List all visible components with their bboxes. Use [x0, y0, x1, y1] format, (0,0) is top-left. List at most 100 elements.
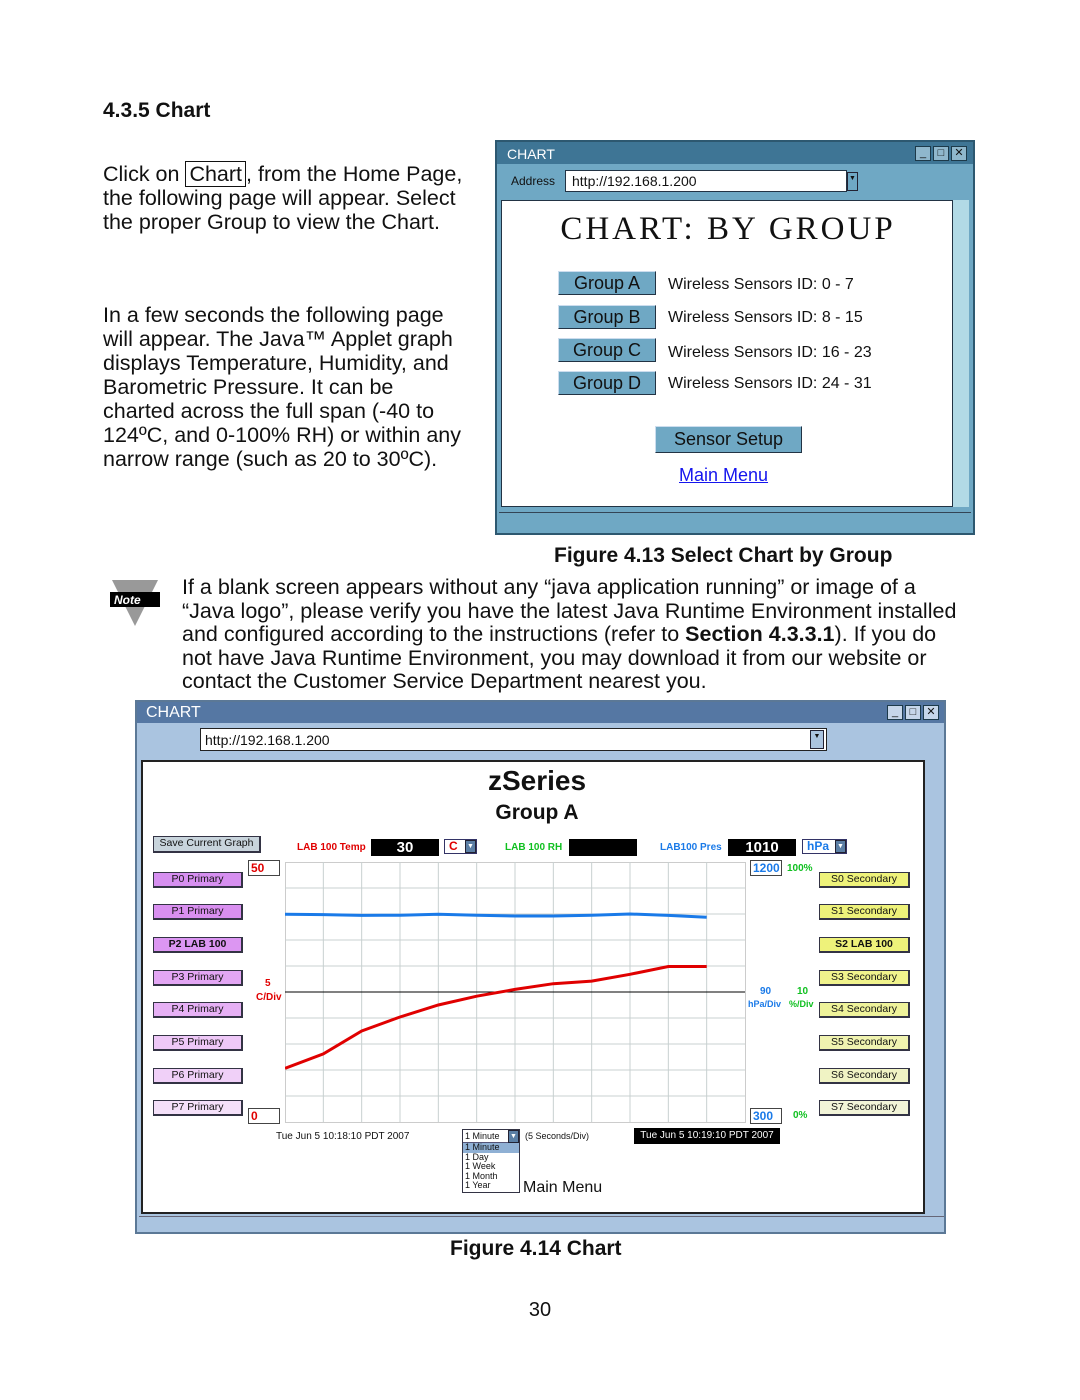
rh-value	[569, 839, 637, 856]
pres-value: 1010	[728, 839, 796, 856]
description-text: In a few seconds the following page will…	[103, 303, 462, 471]
rh-max: 100%	[787, 863, 813, 874]
note-line: not have Java Runtime Environment, you m…	[182, 645, 927, 670]
temp-min-input[interactable]: 0	[248, 1108, 280, 1124]
status-bar	[499, 512, 971, 532]
scrollbar[interactable]	[925, 760, 942, 1214]
temp-value: 30	[371, 839, 439, 856]
group-c-label: Wireless Sensors ID: 16 - 23	[668, 344, 872, 361]
note-text: If a blank screen appears without any “j…	[182, 575, 1002, 694]
note-line: contact the Customer Service Department …	[182, 669, 707, 693]
primary-button-1[interactable]: P1 Primary	[153, 904, 243, 920]
pres-min-input[interactable]: 300	[750, 1108, 782, 1124]
address-input[interactable]: http://192.168.1.200	[565, 170, 847, 192]
start-time: Tue Jun 5 10:18:10 PDT 2007	[276, 1131, 410, 1142]
figure-caption-4-14: Figure 4.14 Chart	[450, 1237, 622, 1260]
window-title: CHART	[507, 146, 555, 162]
primary-button-5[interactable]: P5 Primary	[153, 1035, 243, 1051]
primary-button-3[interactable]: P3 Primary	[153, 970, 243, 986]
sensor-setup-button[interactable]: Sensor Setup	[655, 426, 802, 453]
group-b-button[interactable]: Group B	[558, 305, 656, 329]
secondary-button-6[interactable]: S6 Secondary	[819, 1068, 910, 1084]
intro-post: , from the Home Page,	[246, 162, 463, 186]
chevron-down-icon[interactable]: ▼	[465, 840, 476, 853]
pres-div-unit: hPa/Div	[748, 999, 782, 1009]
secondary-button-1[interactable]: S1 Secondary	[819, 904, 910, 920]
span-note: (5 Seconds/Div)	[525, 1131, 590, 1141]
minimize-icon[interactable]: _	[887, 705, 903, 720]
main-menu-link[interactable]: Main Menu	[679, 465, 768, 486]
group-a-label: Wireless Sensors ID: 0 - 7	[668, 276, 854, 293]
note-line: and configured according to the instruct…	[182, 622, 1002, 647]
page-number: 30	[528, 1299, 552, 1321]
maximize-icon[interactable]: □	[933, 146, 949, 161]
secondary-button-5[interactable]: S5 Secondary	[819, 1035, 910, 1051]
primary-button-6[interactable]: P6 Primary	[153, 1068, 243, 1084]
end-time: Tue Jun 5 10:19:10 PDT 2007	[634, 1128, 780, 1144]
group-d-button[interactable]: Group D	[558, 371, 656, 395]
rh-label: LAB 100 RH	[505, 842, 563, 853]
secondary-button-7[interactable]: S7 Secondary	[819, 1100, 910, 1116]
pres-label: LAB100 Pres	[660, 842, 722, 853]
page-heading: CHART: BY GROUP	[560, 211, 896, 247]
note-text-part: and configured according to the instruct…	[182, 622, 686, 646]
secondary-button-3[interactable]: S3 Secondary	[819, 970, 910, 986]
rh-div-unit: %/Div	[789, 999, 814, 1009]
group-b-label: Wireless Sensors ID: 8 - 15	[668, 309, 863, 326]
group-d-label: Wireless Sensors ID: 24 - 31	[668, 375, 872, 392]
temp-label: LAB 100 Temp	[297, 842, 366, 853]
group-c-button[interactable]: Group C	[558, 338, 656, 362]
close-icon[interactable]: ✕	[923, 705, 939, 720]
group-heading: Group A	[495, 801, 579, 824]
primary-button-7[interactable]: P7 Primary	[153, 1100, 243, 1116]
address-dropdown-icon[interactable]: ▼	[847, 172, 858, 191]
note-text-part: ). If you do	[834, 622, 937, 646]
chevron-down-icon[interactable]: ▼	[508, 1130, 519, 1143]
temp-max-input[interactable]: 50	[248, 860, 280, 876]
main-menu-link[interactable]: Main Menu	[523, 1179, 602, 1197]
page-heading: zSeries	[487, 765, 587, 796]
temp-div-value: 5	[265, 978, 271, 989]
chevron-down-icon[interactable]: ▼	[835, 840, 846, 853]
rh-min: 0%	[793, 1110, 808, 1121]
time-span-option[interactable]: 1 Year	[463, 1181, 519, 1191]
note-icon: Note	[110, 580, 162, 628]
primary-button-0[interactable]: P0 Primary	[153, 872, 243, 888]
intro-rest: the following page will appear. Select t…	[103, 186, 456, 234]
temp-div-unit: C/Div	[256, 992, 282, 1003]
pres-div-value: 90	[760, 986, 772, 997]
section-reference: Section 4.3.3.1	[685, 622, 835, 646]
scrollbar[interactable]	[953, 200, 969, 507]
secondary-button-2[interactable]: S2 LAB 100	[819, 937, 910, 953]
section-heading: 4.3.5 Chart	[103, 99, 211, 122]
chart-plot	[285, 862, 746, 1123]
address-label: Address	[511, 174, 556, 188]
primary-button-2[interactable]: P2 LAB 100	[153, 937, 243, 953]
chart-group-window: CHART _ □ ✕ Address http://192.168.1.200…	[495, 140, 975, 535]
pres-max-input[interactable]: 1200	[750, 860, 782, 876]
intro-text: Click on Chart, from the Home Page, the f…	[103, 161, 493, 234]
minimize-icon[interactable]: _	[915, 146, 931, 161]
rh-div-value: 10	[797, 986, 809, 997]
chart-word: Chart	[185, 161, 247, 187]
intro-pre: Click on	[103, 162, 186, 186]
group-a-button[interactable]: Group A	[558, 271, 656, 295]
status-bar	[139, 1216, 944, 1233]
figure-caption-4-13: Figure 4.13 Select Chart by Group	[554, 544, 893, 567]
address-dropdown-icon[interactable]: ▼	[810, 730, 824, 749]
save-current-graph-button[interactable]: Save Current Graph	[153, 836, 261, 853]
svg-text:Note: Note	[114, 593, 141, 607]
title-bar: CHART	[497, 142, 973, 164]
primary-button-4[interactable]: P4 Primary	[153, 1002, 243, 1018]
pres-unit: hPa	[807, 839, 830, 853]
secondary-button-0[interactable]: S0 Secondary	[819, 872, 910, 888]
address-input[interactable]: http://192.168.1.200	[200, 728, 827, 751]
note-line: “Java logo”, please verify you have the …	[182, 598, 957, 623]
title-bar: CHART	[137, 702, 944, 723]
note-line: If a blank screen appears without any “j…	[182, 575, 916, 599]
window-title: CHART	[146, 704, 201, 721]
secondary-button-4[interactable]: S4 Secondary	[819, 1002, 910, 1018]
maximize-icon[interactable]: □	[905, 705, 921, 720]
close-icon[interactable]: ✕	[951, 146, 967, 161]
temp-unit: C	[449, 839, 458, 853]
